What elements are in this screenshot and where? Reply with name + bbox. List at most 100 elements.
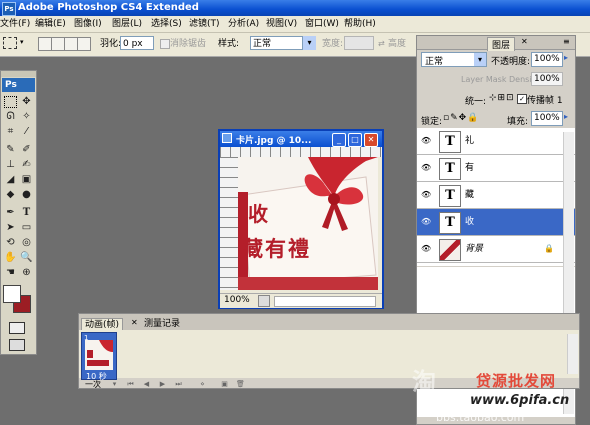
close-icon[interactable]: ✕ bbox=[131, 318, 138, 327]
menu-layer[interactable]: 图层(L) bbox=[112, 16, 142, 32]
zoom-level[interactable]: 100% bbox=[224, 295, 250, 305]
chevron-down-icon[interactable]: ▾ bbox=[109, 380, 120, 388]
tween-icon[interactable]: ⋄ bbox=[197, 380, 208, 388]
menu-edit[interactable]: 编辑(E) bbox=[35, 16, 66, 32]
rotate-view-tool-icon[interactable]: ⊕ bbox=[20, 267, 33, 279]
menu-file[interactable]: 文件(F) bbox=[0, 16, 30, 32]
brush-tool-icon[interactable]: ✐ bbox=[20, 144, 33, 156]
lasso-tool-icon[interactable]: ᘏ bbox=[4, 111, 17, 123]
loop-select[interactable]: 一次 bbox=[85, 380, 101, 389]
menu-select[interactable]: 选择(S) bbox=[151, 16, 182, 32]
tab-measurement-log[interactable]: 测量记录 bbox=[141, 318, 183, 330]
menu-filter[interactable]: 滤镜(T) bbox=[189, 16, 220, 32]
eye-icon[interactable]: 👁 bbox=[421, 163, 431, 173]
eye-icon[interactable]: 👁 bbox=[421, 244, 431, 254]
next-frame-icon[interactable]: ⏭ bbox=[173, 380, 184, 388]
hand-tool-icon[interactable]: ☚ bbox=[4, 267, 17, 279]
width-input[interactable] bbox=[344, 36, 374, 50]
magic-wand-tool-icon[interactable]: ✧ bbox=[20, 111, 33, 123]
previous-frame-icon[interactable]: ◀ bbox=[141, 380, 152, 388]
3d-orbit-tool-icon[interactable]: ◎ bbox=[20, 237, 33, 249]
panel-menu-icon[interactable]: ≡ bbox=[563, 37, 570, 46]
maximize-button[interactable]: □ bbox=[348, 133, 362, 147]
layer-row[interactable]: 👁 T 藏 bbox=[417, 182, 575, 209]
menu-window[interactable]: 窗口(W) bbox=[305, 16, 339, 32]
unify-icons[interactable]: ⊹⊞⊡ bbox=[489, 93, 515, 103]
menu-help[interactable]: 帮助(H) bbox=[344, 16, 376, 32]
layer-row-selected[interactable]: 👁 T 收 bbox=[417, 209, 575, 236]
document-title-bar[interactable]: 卡片.jpg @ 10... _ □ ✕ bbox=[220, 131, 382, 147]
tab-layers[interactable]: 图层 bbox=[487, 37, 516, 51]
eyedropper-tool-icon[interactable]: ⁄ bbox=[20, 126, 33, 138]
fill-slider-arrow-icon[interactable]: ▸ bbox=[564, 112, 568, 121]
status-menu-icon[interactable] bbox=[258, 295, 270, 307]
layer-row[interactable]: 👁 背景 🔒 bbox=[417, 236, 575, 263]
add-selection-icon[interactable] bbox=[51, 37, 65, 51]
menu-analysis[interactable]: 分析(A) bbox=[228, 16, 259, 32]
blur-tool-icon[interactable]: ◆ bbox=[4, 189, 17, 201]
duplicate-frame-icon[interactable]: ▣ bbox=[219, 380, 230, 388]
chevron-down-icon[interactable]: ▾ bbox=[302, 36, 316, 50]
frame-1[interactable]: 1 10 秒 bbox=[81, 332, 117, 381]
blend-mode-select[interactable]: 正常 ▾ bbox=[421, 52, 487, 67]
layer-name: 收 bbox=[465, 217, 475, 227]
play-icon[interactable]: ▶ bbox=[157, 380, 168, 388]
marquee-tool-icon[interactable] bbox=[4, 96, 17, 108]
close-button[interactable]: ✕ bbox=[364, 133, 378, 147]
dodge-tool-icon[interactable]: ● bbox=[20, 189, 33, 201]
healing-brush-tool-icon[interactable]: ✎ bbox=[4, 144, 17, 156]
frames-scrollbar[interactable] bbox=[567, 334, 578, 374]
fill-label: 填充: bbox=[507, 117, 529, 127]
crop-tool-icon[interactable]: ⌗ bbox=[4, 126, 17, 138]
delete-frame-icon[interactable]: 🗑 bbox=[235, 380, 246, 388]
history-brush-tool-icon[interactable]: ✍ bbox=[20, 159, 33, 171]
layer-mask-density-input[interactable]: 100% bbox=[531, 72, 563, 86]
minimize-button[interactable]: _ bbox=[332, 133, 346, 147]
eye-icon[interactable]: 👁 bbox=[421, 190, 431, 200]
new-selection-icon[interactable] bbox=[38, 37, 52, 51]
subtract-selection-icon[interactable] bbox=[64, 37, 78, 51]
screen-mode-icon[interactable] bbox=[9, 339, 25, 351]
gradient-tool-icon[interactable]: ▣ bbox=[20, 174, 33, 186]
eyedropper-3d-icon[interactable]: ✋ bbox=[4, 252, 17, 264]
close-icon[interactable]: ✕ bbox=[521, 37, 528, 46]
chevron-down-icon[interactable]: ▾ bbox=[474, 53, 486, 66]
propagate-checkbox[interactable]: ✓ bbox=[517, 94, 527, 104]
pen-tool-icon[interactable]: ✒ bbox=[4, 207, 17, 219]
opacity-input[interactable]: 100% bbox=[531, 52, 563, 67]
3d-rotate-tool-icon[interactable]: ⟲ bbox=[4, 237, 17, 249]
document-icon bbox=[222, 133, 232, 143]
first-frame-icon[interactable]: ⏮ bbox=[125, 380, 136, 388]
clone-stamp-tool-icon[interactable]: ⊥ bbox=[4, 159, 17, 171]
lock-icons[interactable]: ▫✎✥🔒 bbox=[443, 113, 479, 123]
quick-mask-icon[interactable] bbox=[9, 322, 25, 334]
antialias-checkbox[interactable] bbox=[160, 39, 170, 49]
layer-name: 有 bbox=[465, 163, 475, 173]
intersect-selection-icon[interactable] bbox=[77, 37, 91, 51]
fill-input[interactable]: 100% bbox=[531, 111, 563, 126]
menu-view[interactable]: 视图(V) bbox=[266, 16, 297, 32]
marquee-tool-preset-icon[interactable] bbox=[3, 37, 17, 49]
vertical-ruler bbox=[220, 157, 238, 290]
zoom-tool-icon[interactable]: 🔍 bbox=[20, 252, 33, 264]
swap-icon[interactable]: ⇄ bbox=[378, 38, 385, 50]
layers-list: 👁 T 礼 👁 T 有 👁 T 藏 👁 T 收 👁 背景 🔒 bbox=[417, 128, 575, 266]
chevron-down-icon[interactable]: ▾ bbox=[20, 38, 24, 46]
opacity-slider-arrow-icon[interactable]: ▸ bbox=[564, 53, 568, 62]
shape-tool-icon[interactable]: ▭ bbox=[20, 222, 33, 234]
foreground-color-swatch[interactable] bbox=[3, 285, 21, 303]
eye-icon[interactable]: 👁 bbox=[421, 217, 431, 227]
layer-row[interactable]: 👁 T 礼 bbox=[417, 128, 575, 155]
layer-row[interactable]: 👁 T 有 bbox=[417, 155, 575, 182]
feather-input[interactable]: 0 px bbox=[120, 36, 154, 50]
horizontal-scrollbar[interactable] bbox=[274, 296, 376, 307]
eraser-tool-icon[interactable]: ◢ bbox=[4, 174, 17, 186]
eye-icon[interactable]: 👁 bbox=[421, 136, 431, 146]
document-canvas[interactable]: 收 藏有禮 bbox=[238, 157, 378, 290]
width-label: 宽度: bbox=[322, 39, 344, 49]
path-selection-tool-icon[interactable]: ➤ bbox=[4, 222, 17, 234]
toolbox-grip[interactable] bbox=[1, 71, 36, 77]
type-tool-icon[interactable]: T bbox=[20, 207, 33, 219]
move-tool-icon[interactable]: ✥ bbox=[20, 96, 33, 108]
menu-image[interactable]: 图像(I) bbox=[74, 16, 102, 32]
